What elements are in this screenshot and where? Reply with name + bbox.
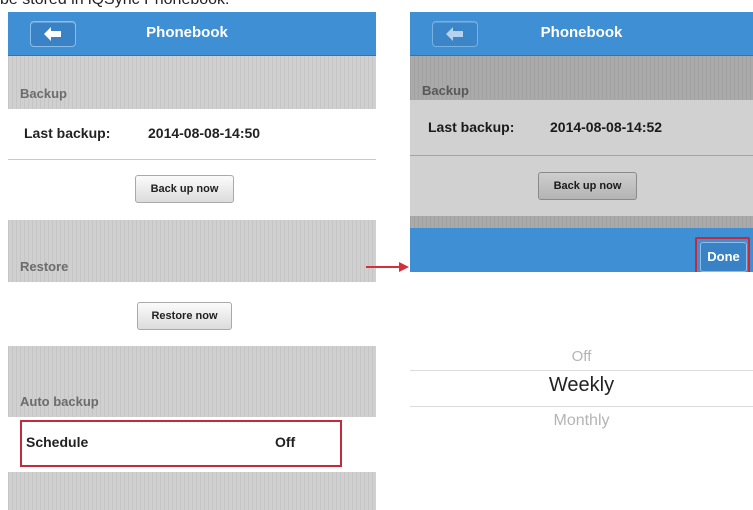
last-backup-value: 2014-08-08-14:50 — [148, 125, 261, 141]
phonebook-screen-right: Phonebook Backup Last backup: 2014-08-08… — [410, 12, 753, 510]
backup-button-row: Back up now — [8, 160, 376, 220]
modal-dim-overlay — [410, 56, 753, 228]
page-title: Phonebook — [540, 24, 623, 41]
top-nav-bar: Phonebook — [8, 12, 376, 56]
last-backup-row: Last backup: 2014-08-08-14:50 — [8, 109, 376, 159]
restore-header-label: Restore — [20, 259, 69, 274]
picker-toolbar: Done — [410, 228, 753, 275]
picker-selection-line-top — [410, 370, 753, 371]
backup-header-label: Backup — [20, 86, 67, 101]
restore-button-row: Restore now — [8, 282, 376, 346]
top-nav-bar: Phonebook — [410, 12, 753, 56]
caption-text: be stored in iQSync Phonebook: — [0, 0, 229, 9]
red-arrow-icon — [366, 262, 409, 272]
picker-option-weekly[interactable]: Weekly — [410, 374, 753, 397]
schedule-row[interactable]: Schedule Off — [8, 417, 376, 472]
schedule-value: Off — [275, 434, 296, 450]
schedule-label: Schedule — [26, 434, 89, 450]
bottom-section-filler — [8, 472, 376, 510]
picker-selection-line-bottom — [410, 406, 753, 407]
backup-section-header: Backup — [8, 56, 376, 109]
done-highlight-box: Done — [695, 237, 750, 275]
restore-section-header: Restore — [8, 220, 376, 282]
picker-option-monthly[interactable]: Monthly — [410, 412, 753, 430]
picker-option-off[interactable]: Off — [410, 348, 753, 365]
last-backup-label: Last backup: — [24, 125, 111, 141]
back-up-now-button[interactable]: Back up now — [135, 175, 234, 203]
restore-now-button[interactable]: Restore now — [137, 302, 232, 330]
done-button[interactable]: Done — [700, 242, 747, 272]
page-title: Phonebook — [146, 24, 228, 41]
schedule-picker[interactable]: Off Weekly Monthly — [410, 272, 753, 510]
auto-backup-header-label: Auto backup — [20, 394, 99, 409]
auto-backup-section-header: Auto backup — [8, 346, 376, 417]
phonebook-screen-left: Phonebook Backup Last backup: 2014-08-08… — [8, 12, 376, 510]
